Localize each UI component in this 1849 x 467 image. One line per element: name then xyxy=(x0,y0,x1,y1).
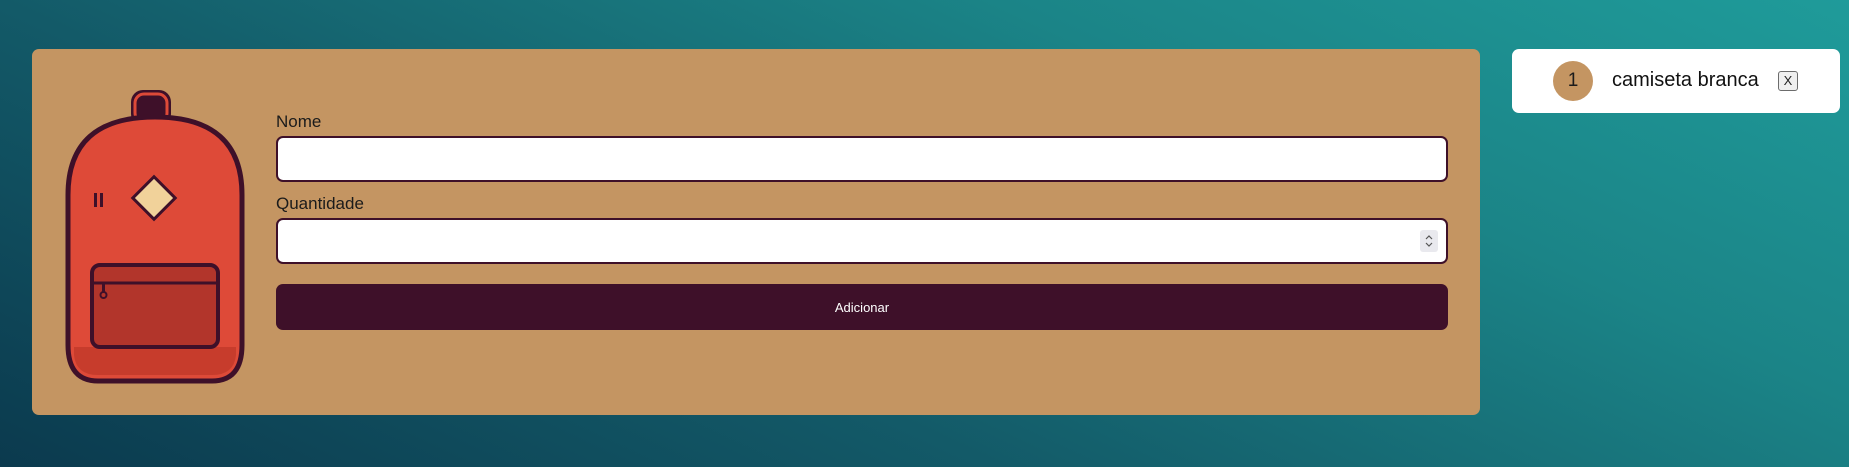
backpack-icon xyxy=(65,90,245,384)
quantity-label: Quantidade xyxy=(276,194,364,213)
chevron-up-icon[interactable] xyxy=(1425,235,1433,240)
list-item: 1 camiseta branca X xyxy=(1512,49,1840,113)
add-button[interactable]: Adicionar xyxy=(276,284,1448,330)
item-list: 1 camiseta branca X xyxy=(1512,49,1840,113)
remove-item-button[interactable]: X xyxy=(1778,71,1798,91)
quantity-input[interactable] xyxy=(276,218,1448,264)
item-name: camiseta branca xyxy=(1612,69,1759,91)
add-item-card: Nome Quantidade Adicionar xyxy=(32,49,1480,415)
quantity-badge: 1 xyxy=(1553,61,1593,101)
add-item-form: Nome Quantidade Adicionar xyxy=(276,112,1448,330)
chevron-down-icon[interactable] xyxy=(1425,242,1433,247)
quantity-stepper[interactable] xyxy=(1420,230,1438,252)
name-label: Nome xyxy=(276,112,322,131)
name-input[interactable] xyxy=(276,136,1448,182)
quantity-field xyxy=(276,218,1448,264)
